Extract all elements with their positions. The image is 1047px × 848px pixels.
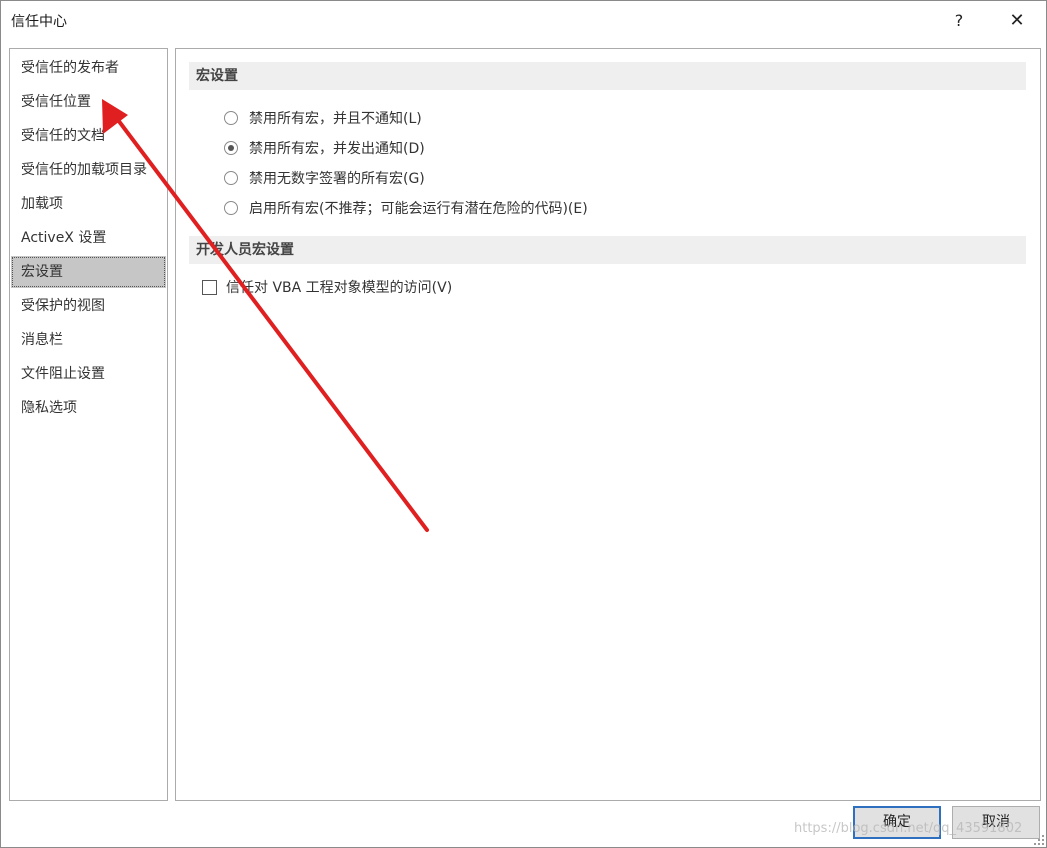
radio-label: 禁用所有宏，并且不通知(L) [249, 111, 422, 127]
sidebar-item-trusted-documents[interactable]: 受信任的文档 [11, 120, 166, 152]
radio-disable-no-notify[interactable]: 禁用所有宏，并且不通知(L) [224, 107, 422, 129]
cancel-button[interactable]: 取消 [952, 806, 1040, 839]
sidebar-item-macro-settings[interactable]: 宏设置 [11, 256, 166, 288]
sidebar-item-activex-settings[interactable]: ActiveX 设置 [11, 222, 166, 254]
radio-label: 启用所有宏(不推荐；可能会运行有潜在危险的代码)(E) [249, 201, 588, 217]
vba-trust-checkbox[interactable] [202, 279, 217, 295]
macro-settings-header: 宏设置 [189, 62, 1026, 90]
sidebar-item-privacy-options[interactable]: 隐私选项 [11, 392, 166, 424]
radio-label: 禁用无数字签署的所有宏(G) [249, 171, 425, 187]
sidebar: 受信任的发布者 受信任位置 受信任的文档 受信任的加载项目录 加载项 Activ… [9, 48, 168, 801]
radio-button-checked[interactable] [224, 141, 238, 155]
sidebar-item-protected-view[interactable]: 受保护的视图 [11, 290, 166, 322]
radio-disable-unsigned[interactable]: 禁用无数字签署的所有宏(G) [224, 167, 425, 189]
sidebar-item-message-bar[interactable]: 消息栏 [11, 324, 166, 356]
radio-enable-all[interactable]: 启用所有宏(不推荐；可能会运行有潜在危险的代码)(E) [224, 197, 588, 219]
radio-button[interactable] [224, 201, 238, 215]
radio-label: 禁用所有宏，并发出通知(D) [249, 141, 425, 157]
trust-center-dialog: 信任中心 ? ✕ 受信任的发布者 受信任位置 受信任的文档 受信任的加载项目录 … [0, 0, 1047, 848]
resize-grip-icon[interactable] [1033, 834, 1045, 846]
ok-button[interactable]: 确定 [853, 806, 941, 839]
main-panel: 宏设置 禁用所有宏，并且不通知(L) 禁用所有宏，并发出通知(D) 禁用无数字签… [175, 48, 1041, 801]
title-bar: 信任中心 ? ✕ [1, 1, 1046, 39]
vba-trust-option[interactable]: 信任对 VBA 工程对象模型的访问(V) [202, 276, 452, 298]
close-button[interactable]: ✕ [997, 5, 1037, 35]
dialog-title: 信任中心 [11, 14, 67, 30]
radio-disable-with-notify[interactable]: 禁用所有宏，并发出通知(D) [224, 137, 425, 159]
sidebar-item-addins[interactable]: 加载项 [11, 188, 166, 220]
radio-button[interactable] [224, 111, 238, 125]
sidebar-item-trusted-locations[interactable]: 受信任位置 [11, 86, 166, 118]
sidebar-item-file-block-settings[interactable]: 文件阻止设置 [11, 358, 166, 390]
help-button[interactable]: ? [939, 5, 979, 35]
radio-button[interactable] [224, 171, 238, 185]
developer-macro-settings-header: 开发人员宏设置 [189, 236, 1026, 264]
sidebar-item-trusted-addin-catalogs[interactable]: 受信任的加载项目录 [11, 154, 166, 186]
sidebar-item-trusted-publishers[interactable]: 受信任的发布者 [11, 52, 166, 84]
vba-trust-label: 信任对 VBA 工程对象模型的访问(V) [226, 280, 453, 296]
